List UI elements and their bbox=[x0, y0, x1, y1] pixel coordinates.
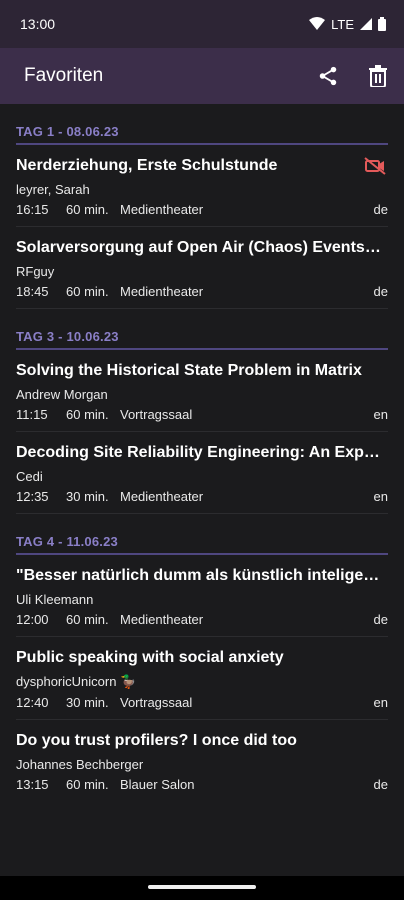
event-start: 18:45 bbox=[16, 284, 49, 299]
event-duration: 60 min. bbox=[66, 284, 109, 299]
event-start: 12:40 bbox=[16, 695, 49, 710]
list-item[interactable]: Nerderziehung, Erste Schulstunde leyrer,… bbox=[16, 145, 388, 227]
event-language: en bbox=[373, 489, 388, 504]
event-start: 12:35 bbox=[16, 489, 49, 504]
event-speaker: dysphoricUnicorn 🦆 bbox=[16, 674, 137, 689]
signal-icon bbox=[360, 18, 372, 30]
event-room: Blauer Salon bbox=[120, 777, 195, 792]
event-room: Medientheater bbox=[120, 284, 204, 299]
day-header: TAG 1 - 08.06.23 bbox=[16, 104, 388, 145]
trash-icon bbox=[369, 65, 387, 87]
event-speaker: Uli Kleemann bbox=[16, 592, 94, 607]
event-meta: 16:15 60 min. Medientheater de bbox=[16, 202, 388, 217]
list-item[interactable]: Public speaking with social anxiety dysp… bbox=[16, 637, 388, 720]
home-gesture-handle[interactable] bbox=[148, 885, 256, 889]
event-language: en bbox=[373, 407, 388, 422]
event-start: 16:15 bbox=[16, 202, 49, 217]
event-language: de bbox=[373, 612, 388, 627]
status-time: 13:00 bbox=[20, 16, 56, 32]
network-type: LTE bbox=[331, 16, 354, 32]
event-duration: 30 min. bbox=[66, 489, 109, 504]
event-meta: 12:35 30 min. Medientheater en bbox=[16, 489, 388, 504]
event-room: Medientheater bbox=[120, 489, 204, 504]
event-meta: 12:00 60 min. Medientheater de bbox=[16, 612, 388, 627]
day-header: TAG 3 - 10.06.23 bbox=[16, 309, 388, 350]
event-room: Vortragssaal bbox=[120, 407, 193, 422]
list-item[interactable]: "Besser natürlich dumm als künstlich int… bbox=[16, 555, 388, 637]
favorites-list: TAG 1 - 08.06.23 Nerderziehung, Erste Sc… bbox=[0, 104, 404, 801]
status-bar: 13:00 LTE bbox=[0, 0, 404, 48]
app-bar-actions bbox=[316, 64, 390, 88]
app-bar: Favoriten bbox=[0, 48, 404, 104]
day-header: TAG 4 - 11.06.23 bbox=[16, 514, 388, 555]
event-duration: 60 min. bbox=[66, 202, 109, 217]
event-speaker: Andrew Morgan bbox=[16, 387, 108, 402]
event-room: Medientheater bbox=[120, 202, 204, 217]
event-language: de bbox=[373, 202, 388, 217]
event-speaker: leyrer, Sarah bbox=[16, 182, 90, 197]
status-icons: LTE bbox=[309, 17, 386, 32]
event-language: en bbox=[373, 695, 388, 710]
navigation-bar bbox=[0, 876, 404, 900]
event-duration: 60 min. bbox=[66, 407, 109, 422]
event-meta: 12:40 30 min. Vortragssaal en bbox=[16, 695, 388, 710]
event-title: Decoding Site Reliability Engineering: A… bbox=[16, 444, 381, 461]
event-start: 13:15 bbox=[16, 777, 49, 792]
event-speaker: RFguy bbox=[16, 264, 55, 279]
event-duration: 60 min. bbox=[66, 612, 109, 627]
list-item[interactable]: Decoding Site Reliability Engineering: A… bbox=[16, 432, 388, 514]
event-duration: 60 min. bbox=[66, 777, 109, 792]
page-title: Favoriten bbox=[24, 65, 104, 86]
event-meta: 11:15 60 min. Vortragssaal en bbox=[16, 407, 388, 422]
event-start: 11:15 bbox=[16, 407, 48, 422]
event-language: de bbox=[373, 284, 388, 299]
no-video-icon bbox=[364, 157, 386, 175]
event-speaker: Johannes Bechberger bbox=[16, 757, 144, 772]
event-language: de bbox=[373, 777, 388, 792]
list-item[interactable]: Solarversorgung auf Open Air (Chaos) Eve… bbox=[16, 227, 388, 309]
event-title: Public speaking with social anxiety bbox=[16, 649, 284, 666]
event-title: Solving the Historical State Problem in … bbox=[16, 362, 362, 379]
event-title: Do you trust profilers? I once did too bbox=[16, 732, 297, 749]
event-title: "Besser natürlich dumm als künstlich int… bbox=[16, 567, 381, 584]
wifi-icon bbox=[309, 17, 326, 30]
event-speaker: Cedi bbox=[16, 469, 43, 484]
event-duration: 30 min. bbox=[66, 695, 109, 710]
share-button[interactable] bbox=[316, 64, 340, 88]
list-item[interactable]: Solving the Historical State Problem in … bbox=[16, 350, 388, 432]
event-start: 12:00 bbox=[16, 612, 49, 627]
event-title: Nerderziehung, Erste Schulstunde bbox=[16, 157, 278, 174]
share-icon bbox=[319, 66, 337, 86]
event-meta: 13:15 60 min. Blauer Salon de bbox=[16, 777, 388, 792]
event-room: Medientheater bbox=[120, 612, 204, 627]
delete-button[interactable] bbox=[366, 64, 390, 88]
event-meta: 18:45 60 min. Medientheater de bbox=[16, 284, 388, 299]
list-item[interactable]: Do you trust profilers? I once did too J… bbox=[16, 720, 388, 801]
event-room: Vortragssaal bbox=[120, 695, 193, 710]
event-title: Solarversorgung auf Open Air (Chaos) Eve… bbox=[16, 239, 381, 256]
battery-icon bbox=[378, 17, 386, 31]
